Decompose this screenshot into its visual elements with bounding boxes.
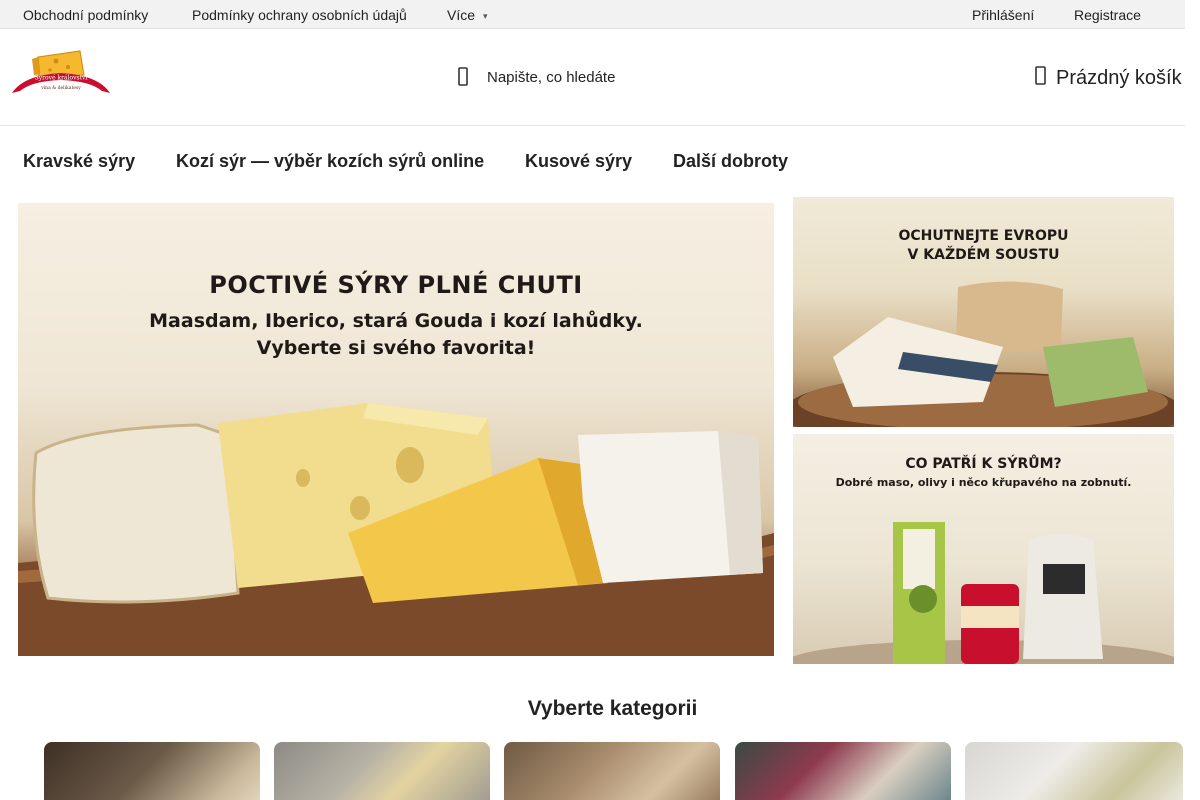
top-utility-bar: Obchodní podmínky Podmínky ochrany osobn… xyxy=(0,0,1185,29)
main-navigation: Kravské sýry Kozí sýr — výběr kozích sýr… xyxy=(0,127,1185,195)
categories-heading: Vyberte kategorii xyxy=(527,697,698,720)
category-card[interactable] xyxy=(504,742,720,800)
nav-item-other-goodies[interactable]: Další dobroty xyxy=(673,151,788,172)
cheese-board-illustration xyxy=(18,403,774,656)
category-card[interactable] xyxy=(44,742,260,800)
nav-item-piece-cheese[interactable]: Kusové sýry xyxy=(525,151,632,172)
accompaniments-illustration xyxy=(793,522,1174,664)
logo[interactable]: Sýrové království vína & delikatesy xyxy=(10,49,112,97)
category-card[interactable] xyxy=(735,742,951,800)
terms-link[interactable]: Obchodní podmínky xyxy=(23,7,148,23)
login-link[interactable]: Přihlášení xyxy=(972,7,1034,23)
cheese-logo-icon: Sýrové království vína & delikatesy xyxy=(12,50,110,93)
search-input[interactable] xyxy=(487,65,707,89)
accompaniments-promo-banner[interactable]: CO PATŘÍ K SÝRŮM? Dobré maso, olivy i ně… xyxy=(793,434,1174,664)
more-label: Více xyxy=(447,7,476,23)
register-link[interactable]: Registrace xyxy=(1074,7,1141,23)
chevron-down-icon: ▾ xyxy=(483,11,488,21)
europe-promo-banner[interactable]: OCHUTNEJTE EVROPU V KAŽDÉM SOUSTU xyxy=(793,197,1174,427)
europe-cheese-illustration xyxy=(793,281,1174,427)
category-card[interactable] xyxy=(965,742,1183,800)
main-promo-banner[interactable]: POCTIVÉ SÝRY PLNÉ CHUTI Maasdam, Iberico… xyxy=(18,203,774,656)
logo-text-bottom: vína & delikatesy xyxy=(40,84,81,91)
site-header: Sýrové království vína & delikatesy Práz… xyxy=(0,29,1185,126)
logo-text-top: Sýrové království xyxy=(35,75,88,82)
category-card[interactable] xyxy=(274,742,490,800)
more-menu[interactable]: Více ▾ xyxy=(447,7,488,23)
cart-icon xyxy=(1035,66,1046,85)
privacy-link[interactable]: Podmínky ochrany osobních údajů xyxy=(192,7,407,23)
nav-item-goat-cheese[interactable]: Kozí sýr — výběr kozích sýrů online xyxy=(176,151,484,172)
nav-item-cow-cheese[interactable]: Kravské sýry xyxy=(23,151,135,172)
cart-label: Prázdný košík xyxy=(1056,67,1182,89)
search-icon[interactable] xyxy=(454,67,472,87)
search-box xyxy=(452,61,712,93)
